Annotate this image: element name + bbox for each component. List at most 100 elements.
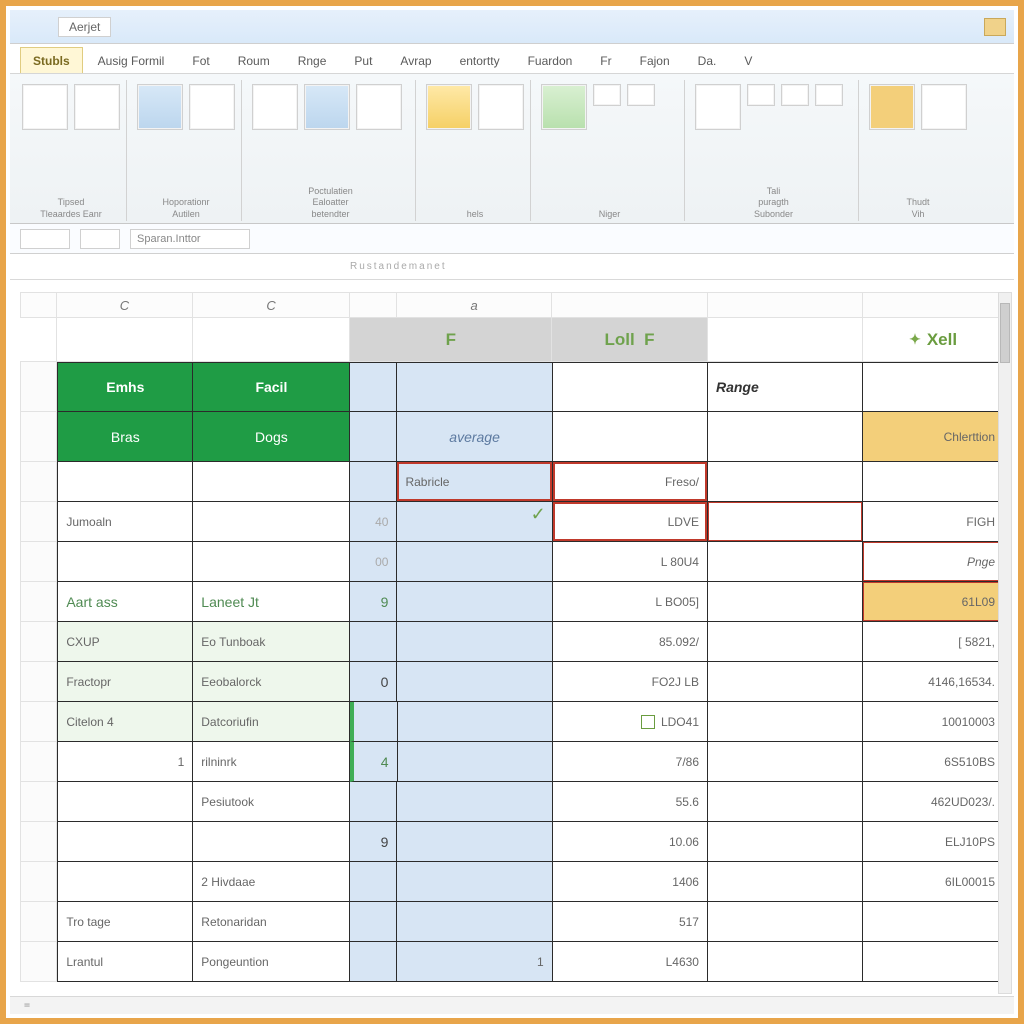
worksheet[interactable]: C C a F Loll F ✦ Xell Emhs Facil <box>20 292 1004 994</box>
cell[interactable]: Citelon 4 <box>57 702 193 742</box>
cell[interactable]: [ 5821, <box>863 622 1004 662</box>
cell[interactable] <box>350 362 397 412</box>
cell[interactable]: 1 <box>397 942 552 982</box>
cell[interactable] <box>397 362 552 412</box>
cell[interactable] <box>350 942 397 982</box>
row-header[interactable] <box>20 662 57 702</box>
cell[interactable] <box>57 318 193 362</box>
cell[interactable] <box>397 542 552 582</box>
cell[interactable]: Pongeuntion <box>193 942 350 982</box>
cell[interactable]: Laneet Jt <box>193 582 350 622</box>
cell[interactable]: LDVE <box>553 502 708 542</box>
ribbon-button-icon[interactable] <box>815 84 843 106</box>
cell[interactable] <box>708 862 863 902</box>
column-header[interactable] <box>708 292 863 318</box>
cell[interactable] <box>350 702 397 742</box>
cell[interactable]: Retonaridan <box>193 902 350 942</box>
cell[interactable]: L 80U4 <box>553 542 708 582</box>
cell[interactable] <box>397 622 552 662</box>
ribbon-tab[interactable]: Fot <box>179 47 222 73</box>
cell[interactable] <box>57 542 193 582</box>
row-header[interactable] <box>20 902 57 942</box>
cell[interactable] <box>350 862 397 902</box>
cell[interactable]: Lrantul <box>57 942 193 982</box>
cell[interactable] <box>57 862 193 902</box>
row-header[interactable] <box>20 702 57 742</box>
cell[interactable] <box>350 782 397 822</box>
cell[interactable] <box>397 582 552 622</box>
cell[interactable]: Pnge <box>863 542 1004 582</box>
column-header[interactable] <box>350 292 397 318</box>
cell[interactable]: 9 <box>350 822 397 862</box>
cell[interactable] <box>57 782 193 822</box>
cell[interactable] <box>397 662 552 702</box>
table-header[interactable]: Emhs <box>57 362 193 412</box>
cell[interactable] <box>398 702 553 742</box>
cell[interactable] <box>193 462 350 502</box>
cell[interactable] <box>708 502 863 542</box>
cell[interactable] <box>708 662 863 702</box>
ribbon-button-icon[interactable] <box>189 84 235 130</box>
cell[interactable]: 10010003 <box>863 702 1004 742</box>
cell[interactable] <box>193 318 350 362</box>
cell[interactable] <box>708 902 863 942</box>
column-header[interactable]: C <box>57 292 193 318</box>
cell[interactable] <box>708 702 863 742</box>
name-box[interactable] <box>20 229 70 249</box>
ribbon-tab[interactable]: entortty <box>447 47 513 73</box>
cell[interactable]: FIGH <box>863 502 1004 542</box>
cell[interactable]: Fractopr <box>57 662 193 702</box>
row-header[interactable] <box>20 362 57 412</box>
cell[interactable]: Tro tage <box>57 902 193 942</box>
ribbon-button-icon[interactable] <box>478 84 524 130</box>
cell[interactable] <box>863 902 1004 942</box>
cell[interactable]: Eeobalorck <box>193 662 350 702</box>
ribbon-button-icon[interactable] <box>137 84 183 130</box>
cell[interactable]: 517 <box>553 902 708 942</box>
cell[interactable]: ✦ Xell <box>863 318 1004 362</box>
cell[interactable] <box>57 462 193 502</box>
ribbon-button-icon[interactable] <box>627 84 655 106</box>
cell[interactable]: L4630 <box>553 942 708 982</box>
cell[interactable]: Jumoaln <box>57 502 193 542</box>
cell[interactable] <box>708 318 863 362</box>
cell[interactable]: Datcoriufin <box>193 702 350 742</box>
cell[interactable] <box>397 822 552 862</box>
cell[interactable]: Aart ass <box>57 582 193 622</box>
cell[interactable]: 2 Hivdaae <box>193 862 350 902</box>
cell[interactable]: F <box>350 318 552 362</box>
cell[interactable] <box>708 822 863 862</box>
cell[interactable]: 1406 <box>553 862 708 902</box>
range-label[interactable]: Range <box>708 362 863 412</box>
table-header[interactable]: Dogs <box>193 412 350 462</box>
vertical-scrollbar[interactable] <box>998 292 1012 994</box>
column-header[interactable]: a <box>397 292 552 318</box>
ribbon-button-icon[interactable] <box>695 84 741 130</box>
cell[interactable]: Chlerttion <box>863 412 1004 462</box>
row-header[interactable] <box>20 622 57 662</box>
cell[interactable] <box>350 622 397 662</box>
cell[interactable]: Loll F <box>552 318 707 362</box>
column-header[interactable] <box>552 292 707 318</box>
ribbon-tab[interactable]: Rnge <box>285 47 340 73</box>
cell[interactable]: Eo Tunboak <box>193 622 350 662</box>
ribbon-tab[interactable]: Ausig Formil <box>85 47 178 73</box>
cell[interactable] <box>397 782 552 822</box>
row-header[interactable] <box>20 542 57 582</box>
cell[interactable]: 61L09 <box>863 582 1004 622</box>
cell[interactable] <box>863 362 1004 412</box>
ribbon-button-icon[interactable] <box>74 84 120 130</box>
ribbon-tab-active[interactable]: Stubls <box>20 47 83 73</box>
ribbon-tab[interactable]: Put <box>341 47 385 73</box>
cell[interactable]: 9 <box>350 582 397 622</box>
row-header[interactable] <box>20 862 57 902</box>
ribbon-tab[interactable]: Fr <box>587 47 624 73</box>
cell[interactable]: 40 <box>350 502 397 542</box>
ribbon-tab[interactable]: Fuardon <box>515 47 586 73</box>
row-header[interactable] <box>20 412 57 462</box>
select-all-corner[interactable] <box>20 292 57 318</box>
column-header[interactable]: C <box>193 292 350 318</box>
cell[interactable] <box>708 462 863 502</box>
cell[interactable] <box>398 742 553 782</box>
cell[interactable] <box>193 502 350 542</box>
